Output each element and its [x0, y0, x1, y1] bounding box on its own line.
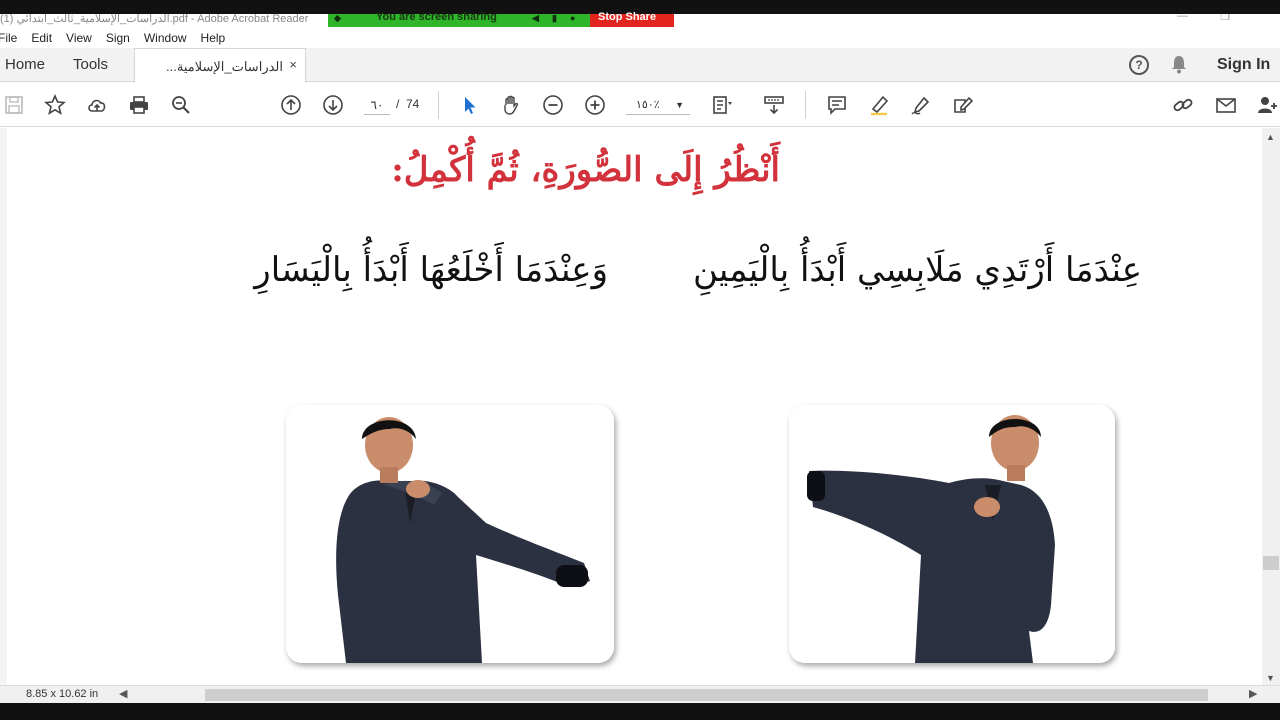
zoom-out-icon[interactable]	[542, 94, 564, 116]
close-tab-icon[interactable]: ×	[289, 57, 297, 72]
document-tab-label: الدراسات_الإسلامية...	[166, 59, 283, 74]
main-toolbar: ٦٠ / 74 ١٥٠٪ ▼	[0, 83, 1280, 127]
screen-share-status: ◆ You are screen sharing ◀ ▮ ●	[328, 11, 590, 27]
speaker-icon[interactable]: ◀	[532, 13, 539, 24]
zoom-in-icon[interactable]	[584, 94, 606, 116]
page-number-input[interactable]: ٦٠	[364, 95, 390, 115]
minimize-button[interactable]: —	[1177, 14, 1188, 22]
tab-row: Home Tools الدراسات_الإسلامية... × ? Sig…	[0, 48, 1280, 83]
stop-share-label: Stop Share	[598, 11, 657, 23]
status-bar: 8.85 x 10.62 in ◀ ▶	[0, 685, 1280, 703]
tab-document[interactable]: الدراسات_الإسلامية... ×	[134, 48, 306, 83]
share-dot-icon: ◆	[334, 13, 341, 23]
stop-share-button[interactable]: Stop Share	[590, 11, 674, 27]
sign-in-button[interactable]: Sign In	[1217, 56, 1270, 74]
menu-bar: File Edit View Sign Window Help	[0, 28, 1280, 48]
hand-pan-icon[interactable]	[500, 94, 522, 116]
zoom-level-select[interactable]: ١٥٠٪ ▼	[626, 95, 690, 115]
menu-help[interactable]: Help	[201, 31, 226, 45]
boy-wearing-thobe-photo	[789, 405, 1115, 663]
tab-tools[interactable]: Tools	[73, 56, 108, 73]
screen-share-banner: ◆ You are screen sharing ◀ ▮ ● Stop Shar…	[328, 11, 674, 27]
total-pages: 74	[406, 97, 420, 111]
tab-home[interactable]: Home	[5, 56, 45, 73]
help-icon[interactable]: ?	[1129, 55, 1149, 75]
comment-icon[interactable]	[826, 94, 848, 116]
page-size-label: 8.85 x 10.62 in	[26, 688, 99, 700]
chevron-down-icon: ▼	[675, 100, 684, 110]
screen-bottom-edge	[0, 703, 1280, 720]
save-icon[interactable]	[3, 94, 25, 116]
screen-share-label: You are screen sharing	[376, 11, 497, 23]
menu-window[interactable]: Window	[144, 31, 187, 45]
menu-file[interactable]: File	[0, 31, 17, 45]
prev-page-icon[interactable]	[280, 94, 302, 116]
page-separator: /	[396, 97, 400, 111]
shield-check-icon[interactable]: ●	[570, 13, 575, 23]
scroll-down-icon[interactable]: ▼	[1266, 673, 1275, 683]
select-cursor-icon[interactable]	[459, 94, 481, 116]
removing-sentence: وَعِنْدَمَا أَخْلَعُهَا أَبْدَأُ بِالْيَ…	[254, 250, 608, 290]
link-share-icon[interactable]	[1172, 94, 1194, 116]
scroll-up-icon[interactable]: ▲	[1266, 132, 1275, 142]
zoom-search-icon[interactable]	[170, 94, 192, 116]
menu-edit[interactable]: Edit	[31, 31, 52, 45]
fill-sign-icon[interactable]	[952, 94, 974, 116]
add-user-icon[interactable]	[1256, 94, 1278, 116]
wearing-sentence: عِنْدَمَا أَرْتَدِي مَلَابِسِي أَبْدَأُ …	[692, 250, 1142, 290]
menu-sign[interactable]: Sign	[106, 31, 130, 45]
highlight-pen-icon[interactable]	[868, 94, 890, 116]
email-icon[interactable]	[1215, 94, 1237, 116]
toolbar-divider	[438, 91, 439, 119]
mic-icon[interactable]: ▮	[552, 13, 557, 24]
zoom-level-value: ١٥٠٪	[636, 99, 660, 111]
exercise-heading: أَنْظُرُ إِلَى الصُّورَةِ، ثُمَّ أُكْمِل…	[391, 150, 780, 190]
print-icon[interactable]	[128, 94, 150, 116]
menu-view[interactable]: View	[66, 31, 92, 45]
next-page-icon[interactable]	[322, 94, 344, 116]
horizontal-scroll-thumb[interactable]	[205, 689, 1208, 701]
fit-page-icon[interactable]	[711, 94, 733, 116]
document-left-margin	[0, 128, 7, 685]
acrobat-window: الدراسات_الإسلامية_ثالث_ابتدائي (1).pdf …	[0, 0, 1280, 720]
vertical-scrollbar[interactable]: ▲ ▼	[1262, 128, 1280, 685]
window-title: الدراسات_الإسلامية_ثالث_ابتدائي (1).pdf …	[0, 14, 309, 25]
toolbar-divider	[805, 91, 806, 119]
boy-removing-thobe-photo	[286, 405, 614, 663]
bookmark-star-icon[interactable]	[44, 94, 66, 116]
vertical-scroll-thumb[interactable]	[1263, 556, 1279, 570]
draw-sign-icon[interactable]	[910, 94, 932, 116]
scroll-right-icon[interactable]: ▶	[1249, 687, 1257, 700]
scroll-left-icon[interactable]: ◀	[119, 687, 127, 700]
upload-cloud-icon[interactable]	[86, 94, 108, 116]
bell-icon[interactable]	[1170, 54, 1188, 74]
maximize-button[interactable]: ❐	[1220, 14, 1230, 23]
scroll-mode-icon[interactable]	[763, 94, 785, 116]
